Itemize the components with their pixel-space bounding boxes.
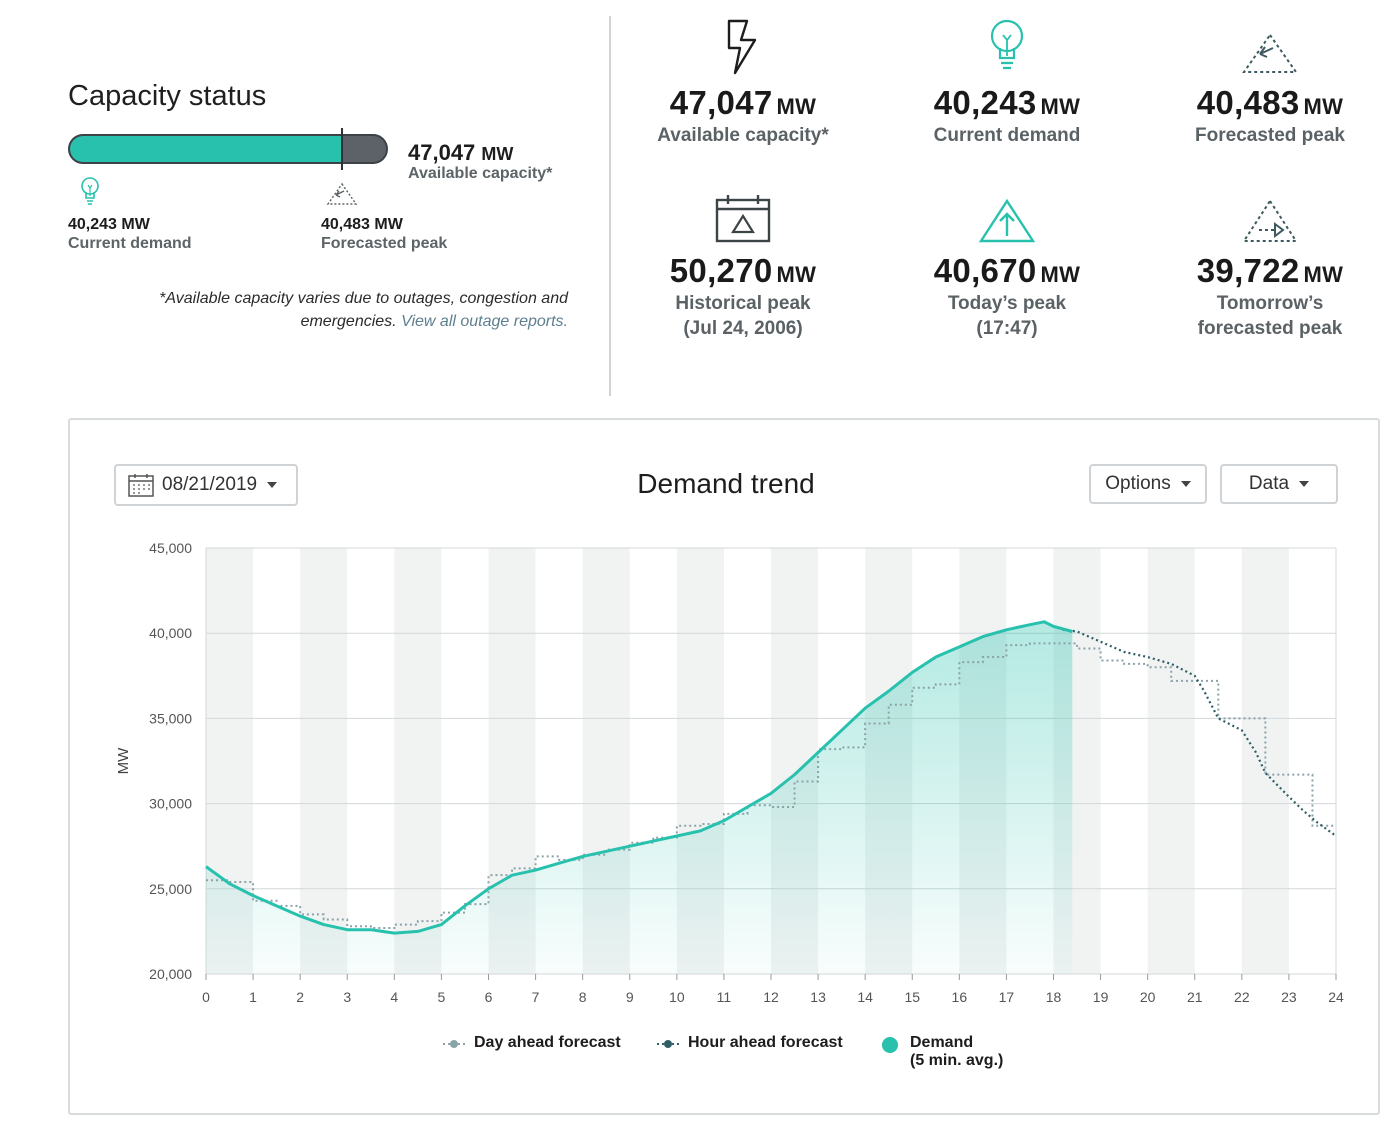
x-tick-label: 19 [1093,989,1109,1005]
forecast-peak-marker [341,128,343,170]
x-tick-label: 15 [904,989,920,1005]
options-dropdown[interactable]: Options [1089,464,1207,504]
x-tick-label: 8 [579,989,587,1005]
x-tick-label: 16 [952,989,968,1005]
chevron-down-icon [1299,481,1310,487]
tomorrow-forecast-icon [1242,199,1298,242]
stat-forecasted-peak: 40,483 MW Forecasted peak [1150,12,1390,147]
capacity-note: *Available capacity varies due to outage… [159,290,568,330]
stat-available-capacity: 47,047 MW Available capacity* [623,12,863,147]
chevron-down-icon [1180,481,1191,487]
y-tick-label: 35,000 [149,710,192,726]
x-tick-label: 21 [1187,989,1203,1005]
data-dropdown[interactable]: Data [1220,464,1338,504]
lightning-icon [727,19,757,75]
demand-trend-panel: 08/21/2019 Demand trend Options Data 20,… [68,418,1380,1115]
x-tick-label: 9 [626,989,634,1005]
legend-demand[interactable]: Demand (5 min. avg.) [880,1034,1003,1070]
x-tick-label: 7 [532,989,540,1005]
hour-band [300,548,348,974]
forecasted-peak-value: 40,483 MW [321,216,403,233]
stat-current-demand: 40,243 MW Current demand [887,12,1127,147]
x-tick-label: 24 [1328,989,1344,1005]
y-tick-label: 20,000 [149,966,192,982]
lightbulb-icon [81,177,99,205]
x-tick-label: 6 [485,989,493,1005]
x-tick-label: 14 [857,989,873,1005]
legend-hour-ahead[interactable]: Hour ahead forecast [656,1034,843,1052]
x-tick-label: 1 [249,989,257,1005]
x-tick-label: 17 [999,989,1015,1005]
outage-reports-link[interactable]: View all outage reports. [401,313,568,330]
x-tick-label: 23 [1281,989,1297,1005]
hour-band [1241,548,1289,974]
hour-band [1147,548,1195,974]
y-tick-label: 30,000 [149,796,192,812]
lightbulb-icon [990,19,1024,70]
section-divider [609,16,611,396]
hour-band [394,548,442,974]
forecast-triangle-icon [326,182,358,205]
stat-todays-peak: 40,670 MW Today’s peak (17:47) [887,180,1127,340]
calendar-peak-icon [715,195,771,243]
demand-legend-icon [882,1037,898,1053]
day-ahead-legend-icon [443,1040,465,1048]
x-tick-label: 18 [1046,989,1062,1005]
y-tick-label: 45,000 [149,540,192,556]
x-tick-label: 2 [296,989,304,1005]
forecast-triangle-icon [1242,33,1298,73]
x-tick-label: 0 [202,989,210,1005]
x-tick-label: 22 [1234,989,1250,1005]
capacity-value: 47,047 MW [408,140,514,165]
capacity-bar [68,134,388,164]
legend-day-ahead[interactable]: Day ahead forecast [442,1034,621,1052]
demand-trend-chart: 20,00025,00030,00035,00040,00045,0000 1 2 3… [115,540,1344,1005]
stat-historical-peak: 50,270 MW Historical peak (Jul 24, 2006) [623,180,863,340]
capacity-label: Available capacity* [408,165,553,182]
y-tick-label: 25,000 [149,881,192,897]
x-tick-label: 5 [438,989,446,1005]
x-tick-label: 13 [810,989,826,1005]
y-tick-label: 40,000 [149,625,192,641]
peak-arrow-icon [978,198,1036,243]
x-tick-label: 3 [343,989,351,1005]
current-demand-value: 40,243 MW [68,216,150,233]
capacity-status-title: Capacity status [68,80,267,112]
y-axis-label: MW [115,747,132,774]
stat-tomorrows-forecasted-peak: 39,722 MW Tomorrow’s forecasted peak [1150,180,1390,340]
x-tick-label: 10 [669,989,685,1005]
x-tick-label: 12 [763,989,779,1005]
x-tick-label: 11 [717,989,732,1005]
x-tick-label: 4 [390,989,398,1005]
x-tick-label: 20 [1140,989,1156,1005]
hour-ahead-forecast-line [1062,628,1337,837]
current-demand-label: Current demand [68,235,192,252]
capacity-bar-fill [70,136,342,162]
hour-ahead-legend-icon [657,1040,679,1048]
forecasted-peak-label: Forecasted peak [321,235,448,252]
